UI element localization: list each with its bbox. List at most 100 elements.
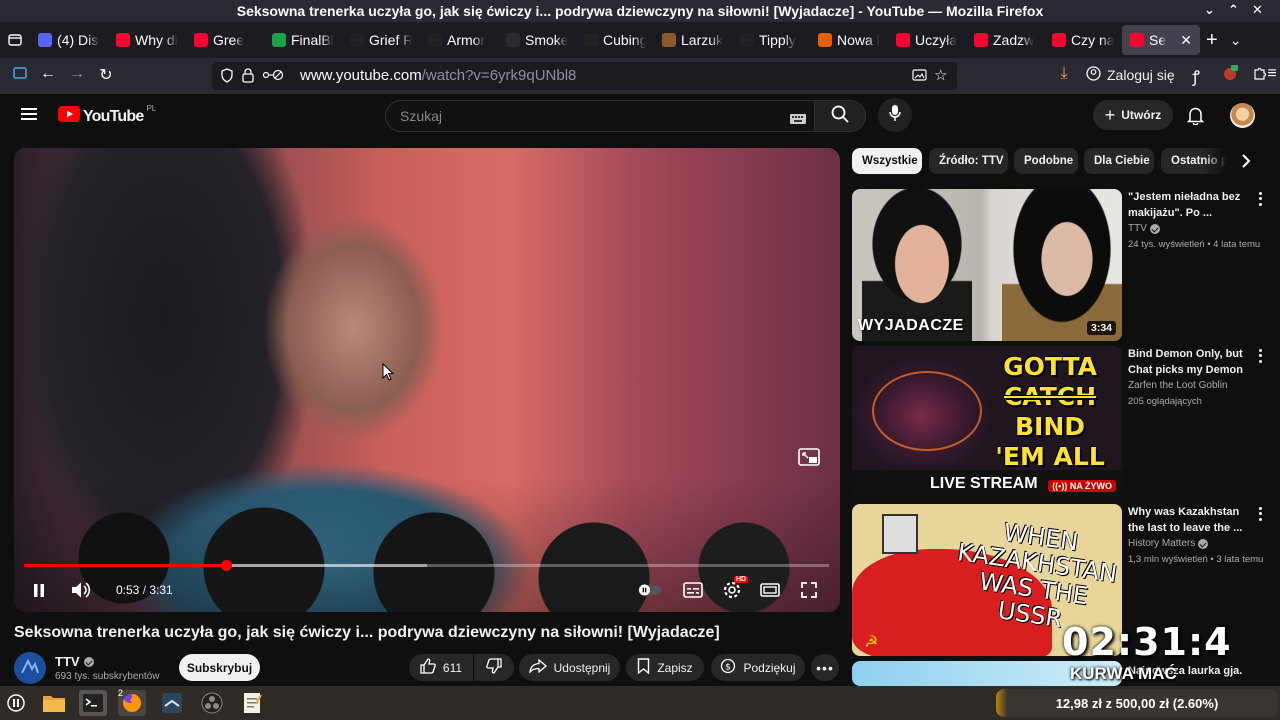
tab-overview-icon[interactable] (0, 25, 30, 55)
chips-next-icon[interactable] (1241, 154, 1251, 173)
recommendation-item[interactable]: WYJADACZE 3:34 "Jestem nieładna bez maki… (852, 189, 1272, 341)
close-window-icon[interactable]: ✕ (1252, 2, 1263, 18)
youtube-logo[interactable]: YouTube PL (58, 104, 156, 127)
channel-avatar[interactable] (14, 652, 46, 684)
downloads-icon[interactable]: ⤓ (1054, 65, 1074, 83)
video-title: Seksowna trenerka uczyła go, jak się ćwi… (14, 624, 720, 641)
recommendation-channel[interactable]: Zarfen the Loot Goblin (1128, 380, 1228, 391)
browser-tab[interactable]: Why di (108, 25, 186, 55)
app-launcher-icon[interactable] (2, 690, 30, 716)
recommendation-channel[interactable]: History Matters (1128, 538, 1209, 549)
recommendation-title[interactable]: "Jestem nieładna bez makijażu". Po ... (1128, 189, 1246, 221)
fullscreen-icon[interactable] (797, 578, 821, 602)
signin-button[interactable]: Zaloguj się (1086, 66, 1175, 84)
search-button[interactable] (814, 100, 866, 132)
recommendation-thumbnail[interactable]: WYJADACZE 3:34 (852, 189, 1122, 341)
back-icon[interactable]: ← (38, 65, 58, 83)
theater-mode-icon[interactable] (758, 578, 782, 602)
pause-icon[interactable] (27, 578, 51, 602)
chip-similar[interactable]: Podobne (1014, 148, 1078, 174)
save-button[interactable]: Zapisz (626, 654, 704, 681)
chip-recently[interactable]: Ostatnio p (1161, 148, 1227, 174)
video-player[interactable]: 0:53 / 3:31 HD (14, 148, 840, 612)
new-tab-button[interactable]: + (1200, 25, 1224, 55)
chip-for-you[interactable]: Dla Ciebie (1084, 148, 1154, 174)
browser-tab[interactable]: Smoke Ru (498, 25, 576, 55)
hamburger-menu-icon[interactable] (21, 107, 37, 126)
recommendation-title[interactable]: Bind Demon Only, but Chat picks my Demon (1128, 346, 1246, 378)
thanks-button[interactable]: $ Podziękuj (711, 654, 805, 681)
url-bar[interactable]: www.youtube.com/watch?v=6yrk9qUNbl8 ☆ (212, 62, 957, 90)
tab-active[interactable]: Se ✕ (1122, 25, 1200, 55)
dislike-button[interactable] (474, 654, 514, 681)
volume-icon[interactable] (69, 578, 93, 602)
list-all-tabs-icon[interactable]: ⌄ (1224, 25, 1248, 55)
recommendation-meta: 205 oglądających (1128, 396, 1202, 407)
create-button[interactable]: + Utwórz (1093, 100, 1173, 130)
share-button[interactable]: Udostępnij (519, 654, 620, 681)
super-thanks-icon: $ (720, 658, 736, 677)
translate-icon[interactable]: ꝭ (1186, 65, 1206, 87)
browser-tab[interactable]: Tipply (732, 25, 810, 55)
shield-icon[interactable] (220, 68, 234, 87)
browser-tab[interactable]: Armor (420, 25, 498, 55)
browser-tab[interactable]: FinalBl (264, 25, 342, 55)
subscribe-button[interactable]: Subskrybuj (179, 654, 260, 681)
miniplayer-icon[interactable] (798, 448, 820, 471)
maximize-icon[interactable]: ⌃ (1228, 2, 1239, 18)
chip-all[interactable]: Wszystkie (852, 148, 922, 174)
browser-tab[interactable]: Zadzw (966, 25, 1044, 55)
url-text[interactable]: www.youtube.com/watch?v=6yrk9qUNbl8 (300, 67, 576, 84)
keyboard-icon[interactable] (790, 111, 806, 127)
browser-tab[interactable]: Cubing (576, 25, 654, 55)
recommendation-title[interactable]: Why was Kazakhstan the last to leave the… (1128, 504, 1246, 536)
bookmark-star-icon[interactable]: ☆ (934, 66, 947, 84)
obs-icon[interactable] (198, 690, 226, 716)
recommendation-thumbnail[interactable]: GOTTA CATCH BIND 'EM ALL LIVE STREAM ((•… (852, 346, 1122, 498)
settings-gear-icon[interactable]: HD (720, 576, 749, 602)
channel-name[interactable]: TTV (55, 654, 94, 669)
youtube-header: YouTube PL Szukaj + Utwórz (0, 94, 1280, 140)
permissions-icon[interactable] (262, 68, 284, 87)
minimize-icon[interactable]: ⌄ (1204, 2, 1215, 18)
voice-search-button[interactable] (878, 98, 912, 132)
subtitles-icon[interactable] (681, 578, 705, 602)
app-menu-icon[interactable]: ≡ (1262, 65, 1280, 83)
notifications-bell-icon[interactable] (1186, 106, 1205, 130)
firefox-view-icon[interactable] (10, 65, 30, 86)
terminal-icon[interactable] (79, 690, 107, 716)
text-editor-icon[interactable] (238, 690, 266, 716)
browser-tab[interactable]: Nowa k (810, 25, 888, 55)
firefox-taskbar-icon[interactable]: 2 (118, 688, 146, 716)
reload-icon[interactable]: ↻ (96, 65, 116, 85)
more-options-icon[interactable] (1254, 348, 1266, 364)
browser-tab[interactable]: Czy na (1044, 25, 1122, 55)
recommendation-item[interactable]: Najnowsza laurka gja. (852, 661, 1272, 686)
user-avatar[interactable] (1230, 103, 1255, 128)
lock-icon[interactable] (242, 68, 254, 87)
recommendation-item[interactable]: GOTTA CATCH BIND 'EM ALL LIVE STREAM ((•… (852, 346, 1272, 498)
extension-icon[interactable] (1220, 65, 1240, 86)
more-options-icon[interactable] (1254, 506, 1266, 522)
search-input[interactable]: Szukaj (385, 100, 815, 132)
more-options-icon[interactable] (1254, 191, 1266, 207)
browser-tab[interactable]: Grief R (342, 25, 420, 55)
picture-icon[interactable] (912, 68, 927, 86)
file-manager-icon[interactable] (40, 690, 68, 716)
browser-tab[interactable]: Gree (186, 25, 264, 55)
progress-bar[interactable] (24, 560, 829, 571)
tab-favicon-icon (506, 33, 520, 47)
progress-scrubber[interactable] (221, 560, 233, 571)
like-button[interactable]: 611 (409, 654, 473, 681)
autoplay-toggle-icon[interactable] (638, 578, 662, 602)
recommendation-channel[interactable]: TTV (1128, 223, 1160, 234)
browser-tab[interactable]: Uczyła (888, 25, 966, 55)
steam-icon[interactable] (158, 690, 186, 716)
browser-tab[interactable]: (4) Disc (30, 25, 108, 55)
browser-tab[interactable]: Larzuk (654, 25, 732, 55)
forward-icon[interactable]: → (67, 65, 87, 83)
more-actions-button[interactable]: ••• (811, 654, 839, 681)
chip-source-ttv[interactable]: Źródło: TTV (929, 148, 1008, 174)
thumbs-down-icon (486, 658, 502, 677)
close-tab-icon[interactable]: ✕ (1180, 32, 1192, 49)
